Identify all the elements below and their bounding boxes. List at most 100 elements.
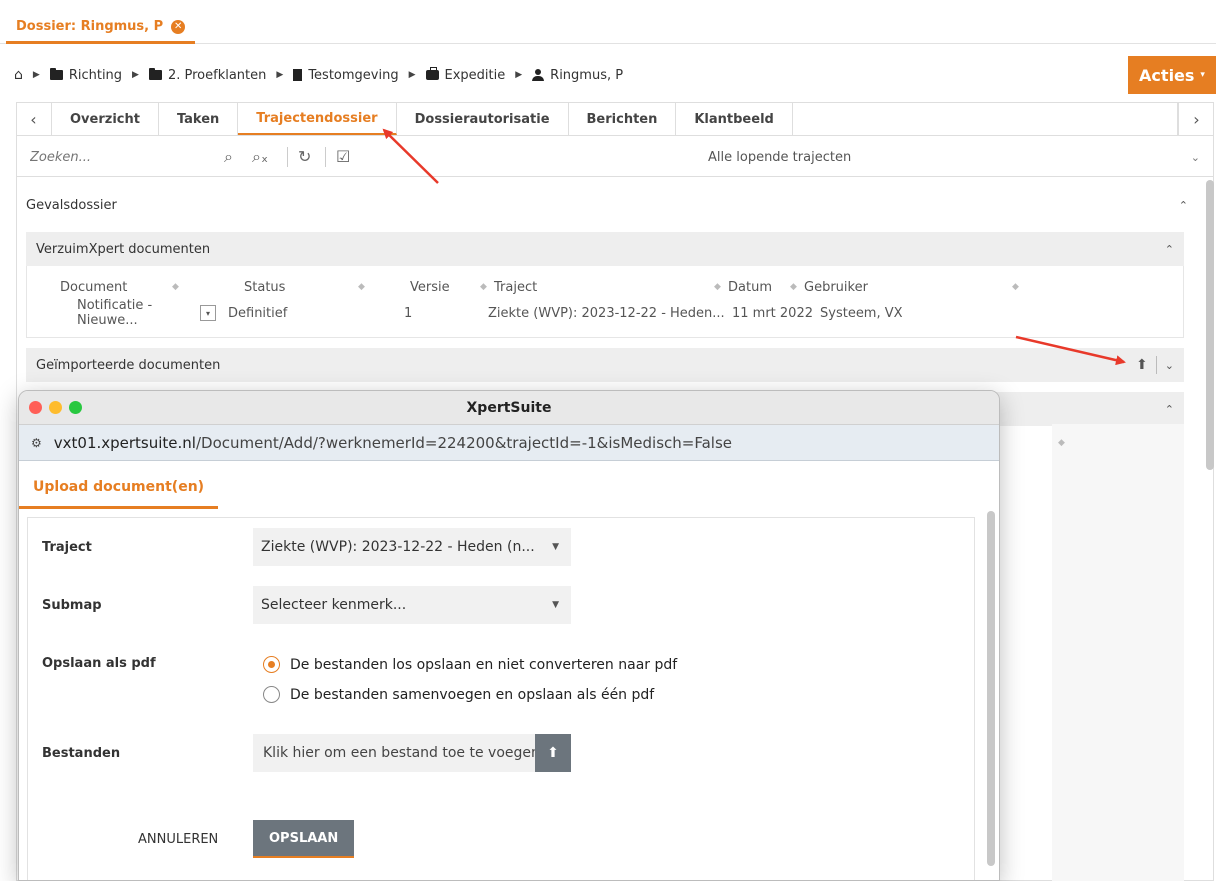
maximize-window-icon[interactable]	[69, 401, 82, 414]
caret-down-icon: ▼	[552, 542, 559, 552]
breadcrumb-label: 2. Proefklanten	[167, 67, 267, 83]
building-icon	[293, 69, 303, 81]
sort-icon: ◆	[1058, 438, 1065, 448]
chevron-right-icon: ▶	[408, 70, 416, 80]
breadcrumb-item-expeditie[interactable]: Expeditie	[425, 67, 505, 83]
upload-form: Traject Ziekte (WVP): 2023-12-22 - Heden…	[27, 517, 975, 880]
column-header-traject[interactable]: Traject	[494, 280, 714, 295]
chevron-up-icon[interactable]: ⌃	[1165, 243, 1174, 256]
cell-datum: 11 mrt 2022	[732, 305, 813, 321]
radio-button-selected[interactable]	[263, 656, 280, 673]
radio-separate-files[interactable]: De bestanden los opslaan en niet convert…	[263, 656, 677, 673]
close-circle-icon[interactable]: ✕	[171, 19, 186, 34]
column-header-status[interactable]: Status	[234, 280, 358, 295]
save-button[interactable]: OPSLAAN	[253, 820, 355, 858]
pdf-option-label: Opslaan als pdf	[42, 656, 156, 671]
chevron-down-icon[interactable]: ⌄	[1165, 359, 1174, 372]
tab-taken[interactable]: Taken	[159, 103, 239, 135]
actions-button-label: Acties	[1139, 65, 1195, 85]
breadcrumb-item-employee[interactable]: Ringmus, P	[532, 68, 623, 83]
column-label: Traject	[494, 279, 538, 295]
cell-document[interactable]: Notificatie - Nieuwe...	[60, 298, 200, 328]
column-header-versie[interactable]: Versie	[410, 280, 480, 295]
radio-button[interactable]	[263, 686, 280, 703]
cell-versie: 1	[404, 305, 413, 321]
gevalsdossier-header[interactable]: Gevalsdossier ⌃	[16, 188, 1198, 222]
url-bar[interactable]: ⚙ vxt01.xpertsuite.nl/Document/Add/?werk…	[19, 425, 999, 461]
actions-button[interactable]: Acties ▾	[1128, 56, 1216, 94]
table-row[interactable]: Notificatie - Nieuwe... ▾ Definitief 1 Z…	[60, 298, 1170, 328]
popup-scrollbar[interactable]	[987, 511, 995, 866]
row-menu-icon[interactable]: ▾	[200, 305, 216, 321]
popup-content: Upload document(en) Traject Ziekte (WVP)…	[19, 461, 999, 880]
traject-select[interactable]: Ziekte (WVP): 2023-12-22 - Heden (n... ▼	[253, 528, 571, 566]
radio-merge-pdf[interactable]: De bestanden samenvoegen en opslaan als …	[263, 686, 654, 703]
imported-docs-header[interactable]: Geïmporteerde documenten ⬆ ⌄	[26, 348, 1184, 382]
imported-docs-actions: ⬆ ⌄	[1136, 356, 1174, 374]
breadcrumb-item-proefklanten[interactable]: 2. Proefklanten	[148, 67, 267, 83]
search-input[interactable]	[28, 145, 218, 169]
caret-down-icon: ▼	[552, 600, 559, 610]
dossier-tab[interactable]: Dossier: Ringmus, P ✕	[6, 12, 196, 44]
column-label: Gebruiker	[804, 279, 868, 295]
refresh-icon[interactable]: ↻	[298, 147, 311, 166]
chevron-up-icon[interactable]: ⌃	[1165, 403, 1174, 416]
caret-down-icon: ▾	[1200, 70, 1205, 80]
site-settings-icon[interactable]: ⚙	[31, 436, 42, 450]
files-label: Bestanden	[42, 746, 121, 761]
breadcrumb-item-testomgeving[interactable]: Testomgeving	[293, 68, 399, 83]
user-icon	[532, 69, 545, 81]
column-label: Datum	[728, 279, 772, 295]
verzuimxpert-header[interactable]: VerzuimXpert documenten ⌃	[26, 232, 1184, 266]
breadcrumb-home[interactable]: ⌂	[14, 67, 23, 83]
breadcrumb-label: Ringmus, P	[550, 67, 624, 83]
chevron-right-icon[interactable]: ›	[1178, 103, 1214, 135]
select-all-icon[interactable]: ☑	[336, 147, 350, 166]
sort-icon[interactable]: ◆	[790, 282, 804, 292]
popup-titlebar[interactable]: XpertSuite	[19, 391, 999, 425]
upload-icon[interactable]: ⬆	[1136, 357, 1148, 373]
traject-filter-value: Alle lopende trajecten	[708, 149, 852, 165]
tab-overzicht[interactable]: Overzicht	[52, 103, 159, 135]
clear-search-icon[interactable]: ⌕ₓ	[252, 147, 268, 167]
toolbar-divider	[325, 147, 326, 167]
verzuimxpert-title: VerzuimXpert documenten	[36, 241, 211, 257]
sort-icon[interactable]: ◆	[172, 282, 234, 292]
traject-filter-select[interactable]: Alle lopende trajecten ⌄	[696, 143, 1206, 171]
cell-gebruiker: Systeem, VX	[820, 305, 903, 321]
tab-klantbeeld[interactable]: Klantbeeld	[676, 103, 793, 135]
upload-popup-window: XpertSuite ⚙ vxt01.xpertsuite.nl/Documen…	[18, 390, 1000, 881]
sort-icon[interactable]: ◆	[714, 282, 728, 292]
submap-select[interactable]: Selecteer kenmerk... ▼	[253, 586, 571, 624]
url-text: vxt01.xpertsuite.nl/Document/Add/?werkne…	[54, 434, 732, 452]
tab-berichten[interactable]: Berichten	[569, 103, 677, 135]
sort-icon[interactable]: ◆	[358, 282, 410, 292]
tab-dossierautorisatie[interactable]: Dossierautorisatie	[397, 103, 569, 135]
file-picker-field[interactable]: Klik hier om een bestand toe te voegen	[253, 734, 569, 772]
gevalsdossier-title: Gevalsdossier	[26, 197, 117, 213]
page-scrollbar[interactable]	[1206, 180, 1214, 470]
url-domain: vxt01.xpertsuite.nl	[53, 433, 196, 452]
tab-trajectendossier[interactable]: Trajectendossier	[238, 103, 397, 135]
breadcrumb-item-richting[interactable]: Richting	[49, 68, 122, 83]
popup-title: XpertSuite	[466, 399, 552, 416]
column-header-gebruiker[interactable]: Gebruiker	[804, 280, 1012, 295]
submap-label: Submap	[42, 598, 102, 613]
sort-icon[interactable]: ◆	[480, 282, 494, 292]
briefcase-icon	[425, 67, 439, 80]
column-header-datum[interactable]: Datum	[728, 280, 790, 295]
minimize-window-icon[interactable]	[49, 401, 62, 414]
upload-icon[interactable]: ⬆	[535, 734, 571, 772]
chevron-left-icon[interactable]: ‹	[16, 103, 52, 135]
divider	[1155, 356, 1157, 374]
close-window-icon[interactable]	[29, 401, 42, 414]
traject-label: Traject	[42, 540, 92, 555]
cancel-button[interactable]: ANNULEREN	[128, 820, 228, 858]
sort-icon[interactable]: ◆	[1012, 282, 1019, 292]
cell-status: Definitief	[228, 305, 288, 321]
chevron-up-icon[interactable]: ⌃	[1179, 199, 1188, 212]
cell-traject: Ziekte (WVP): 2023-12-22 - Heden...	[488, 305, 725, 321]
search-icon[interactable]: ⌕	[224, 147, 233, 167]
column-header-document[interactable]: Document	[60, 280, 172, 295]
tab-upload-documents[interactable]: Upload document(en)	[19, 467, 219, 509]
